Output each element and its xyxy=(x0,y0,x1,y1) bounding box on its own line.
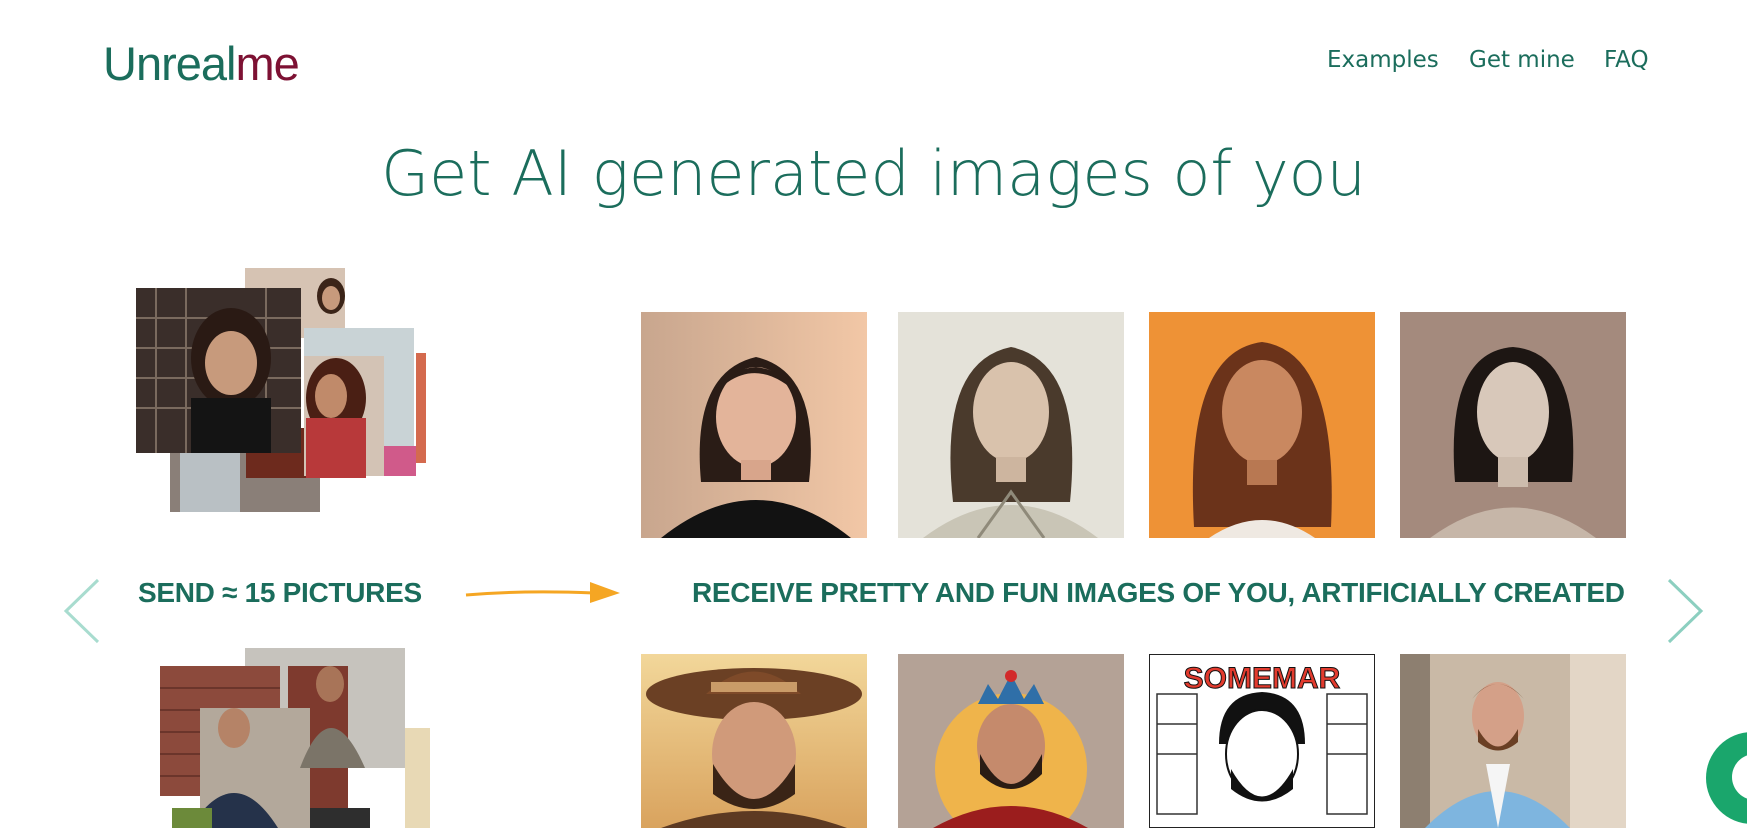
send-caption: SEND ≈ 15 PICTURES xyxy=(138,577,422,608)
chevron-left-icon[interactable] xyxy=(62,576,102,646)
logo-part-2: me xyxy=(235,37,299,90)
example-image-woman-sketch[interactable] xyxy=(1400,312,1626,538)
nav-examples-link[interactable]: Examples xyxy=(1327,45,1439,75)
example-image-woman-orange[interactable] xyxy=(1149,312,1375,538)
hero-title: Get AI generated images of you xyxy=(381,137,1366,210)
example-image-woman-armor-sketch[interactable] xyxy=(898,312,1124,538)
example-image-woman-black-top[interactable] xyxy=(641,312,867,538)
nav-faq-link[interactable]: FAQ xyxy=(1604,45,1649,75)
example-image-man-coloring-book[interactable]: SOMEMAR xyxy=(1149,654,1375,828)
comic-title-text: SOMEMAR xyxy=(1184,662,1341,695)
arrow-right-icon xyxy=(465,582,620,603)
logo-part-1: Unreal xyxy=(103,37,236,90)
example-image-man-blue-suit[interactable] xyxy=(1400,654,1626,828)
nav-get-mine-link[interactable]: Get mine xyxy=(1469,45,1575,75)
receive-caption: RECEIVE PRETTY AND FUN IMAGES OF YOU, AR… xyxy=(692,577,1625,608)
logo[interactable]: Unrealme xyxy=(103,36,300,92)
input-photos-stack-2 xyxy=(160,648,430,828)
chat-widget-button[interactable] xyxy=(1706,732,1747,824)
example-image-man-king[interactable] xyxy=(898,654,1124,828)
example-image-man-cowboy[interactable] xyxy=(641,654,867,828)
chevron-right-icon[interactable] xyxy=(1665,576,1705,646)
chat-bubble-icon xyxy=(1732,754,1747,800)
input-photos-stack-1 xyxy=(136,268,426,518)
